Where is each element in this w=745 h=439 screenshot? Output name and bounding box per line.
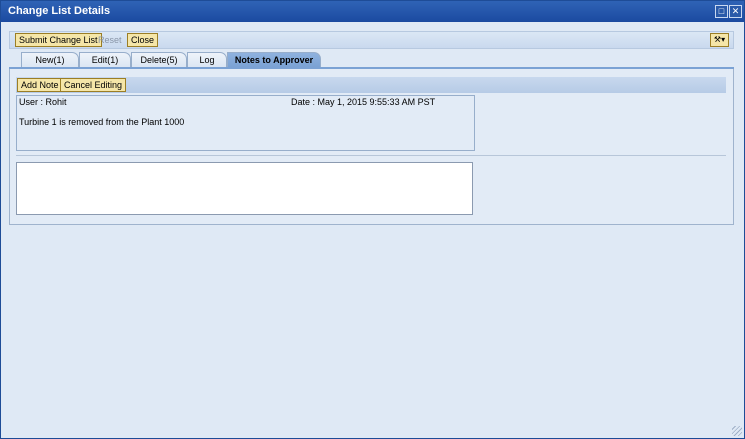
close-icon[interactable]: ✕ xyxy=(729,5,742,18)
add-note-button[interactable]: Add Note xyxy=(17,78,63,92)
title-bar[interactable]: Change List Details □ ✕ xyxy=(1,1,744,22)
wrench-icon[interactable]: ⚒▾ xyxy=(710,33,729,47)
maximize-icon[interactable]: □ xyxy=(715,5,728,18)
tab-delete[interactable]: Delete(5) xyxy=(131,52,187,67)
note-date: Date : May 1, 2015 9:55:33 AM PST xyxy=(291,97,436,107)
notes-toolbar: Add Note Cancel Editing xyxy=(16,77,726,93)
tab-edit[interactable]: Edit(1) xyxy=(79,52,131,67)
cancel-editing-button[interactable]: Cancel Editing xyxy=(60,78,127,92)
divider xyxy=(16,155,726,156)
tab-strip: New(1) Edit(1) Delete(5) Log Notes to Ap… xyxy=(9,51,734,68)
note-user: User : Rohit xyxy=(19,97,67,107)
window-title: Change List Details xyxy=(8,5,111,17)
tab-notes-to-approver[interactable]: Notes to Approver xyxy=(227,52,321,67)
note-text: Turbine 1 is removed from the Plant 1000 xyxy=(19,117,185,127)
tab-log[interactable]: Log xyxy=(187,52,227,67)
note-entry: User : Rohit Date : May 1, 2015 9:55:33 … xyxy=(16,95,475,151)
reset-button[interactable]: Reset xyxy=(94,33,126,47)
submit-change-list-button[interactable]: Submit Change List xyxy=(15,33,102,47)
tab-new[interactable]: New(1) xyxy=(21,52,79,67)
close-button[interactable]: Close xyxy=(127,33,159,47)
new-note-textarea[interactable] xyxy=(16,162,473,215)
resize-handle-icon[interactable] xyxy=(732,426,742,436)
toolbar: Submit Change List Reset Close ⚒▾ xyxy=(9,31,734,49)
change-list-details-window: Change List Details □ ✕ Submit Change Li… xyxy=(0,0,745,439)
notes-panel: Add Note Cancel Editing User : Rohit Dat… xyxy=(9,69,734,225)
